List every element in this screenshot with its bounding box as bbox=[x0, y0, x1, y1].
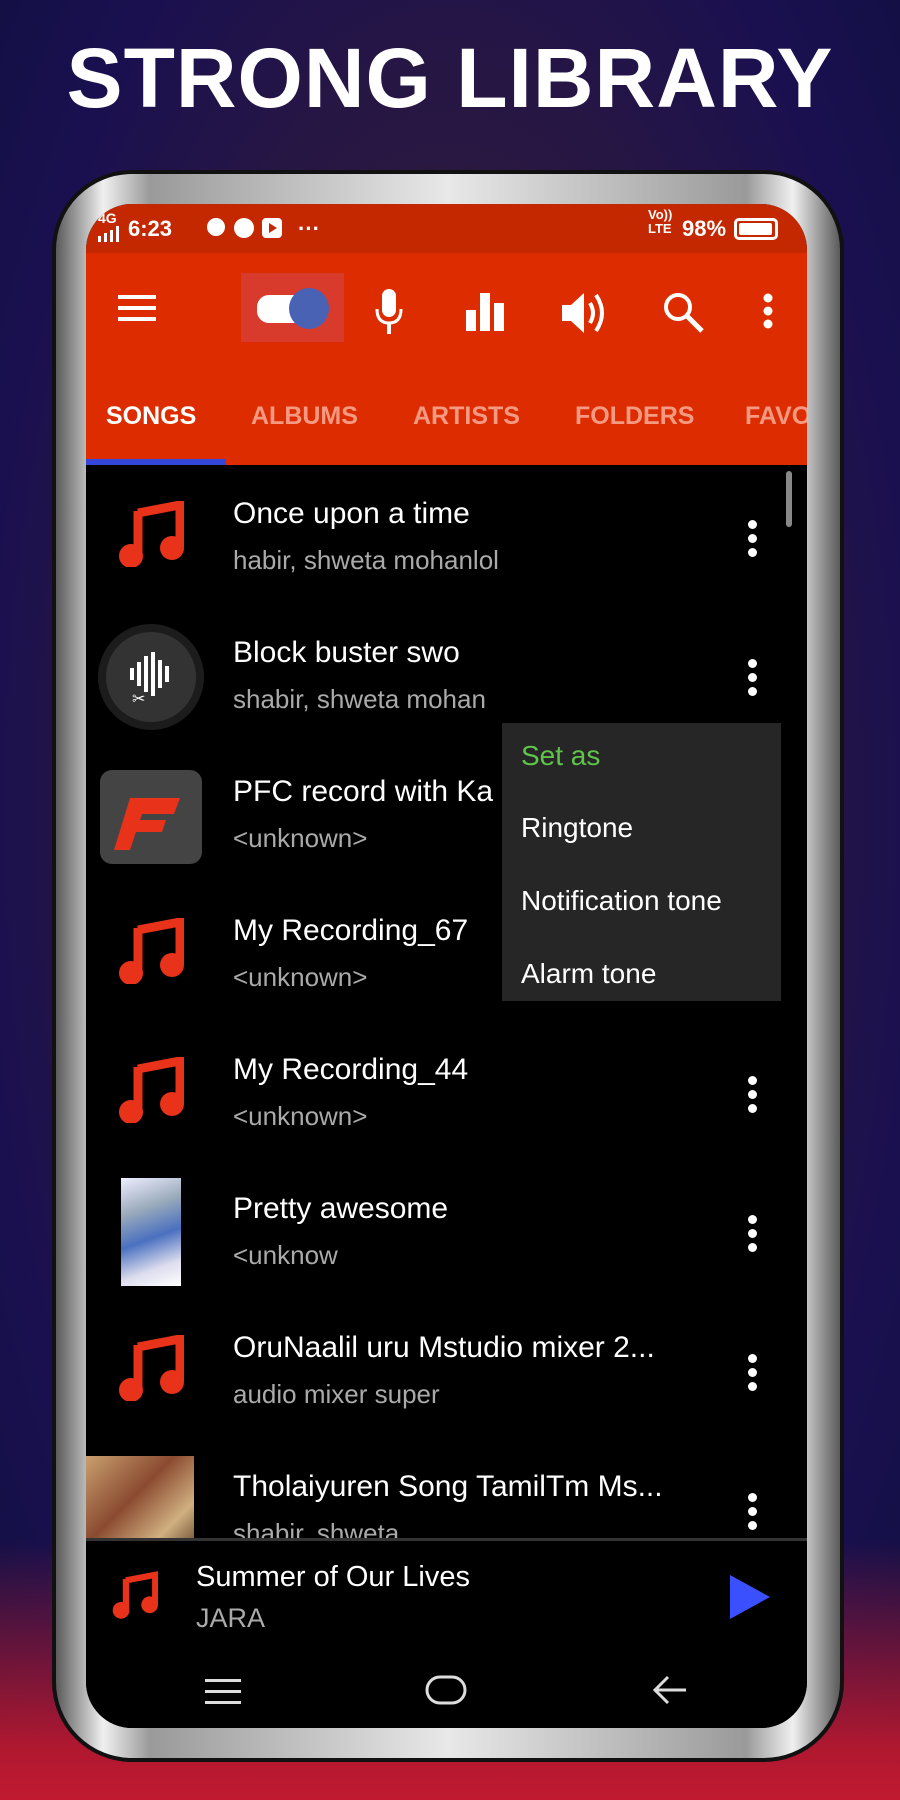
more-vert-icon[interactable] bbox=[748, 659, 758, 701]
mic-icon[interactable] bbox=[374, 289, 404, 335]
album-art bbox=[86, 1456, 194, 1538]
album-art bbox=[121, 1178, 181, 1286]
menu-icon[interactable] bbox=[118, 295, 156, 321]
headline: STRONG LIBRARY bbox=[66, 31, 834, 125]
song-title: Tholaiyuren Song TamilTm Ms... bbox=[233, 1470, 663, 1503]
status-bar: 4G 6:23 ··· Vo)) LTE 98% bbox=[86, 204, 807, 253]
tab-artists[interactable]: ARTISTS bbox=[413, 402, 520, 431]
menu-item-ringtone[interactable]: Ringtone bbox=[521, 812, 633, 844]
menu-item-notification-tone[interactable]: Notification tone bbox=[521, 885, 722, 917]
volte-label: Vo)) LTE bbox=[648, 207, 673, 236]
now-playing-artist: JARA bbox=[196, 1603, 266, 1633]
music-note-icon bbox=[112, 1571, 158, 1619]
clock: 6:23 bbox=[128, 216, 173, 241]
search-icon[interactable] bbox=[662, 291, 706, 335]
more-vert-icon[interactable] bbox=[763, 293, 773, 329]
more-notifications: ··· bbox=[298, 216, 320, 241]
music-note-icon bbox=[118, 499, 185, 572]
tab-folders[interactable]: FOLDERS bbox=[575, 402, 694, 431]
song-title: OruNaalil uru Mstudio mixer 2... bbox=[233, 1331, 655, 1364]
toggle-button[interactable] bbox=[241, 273, 344, 342]
signal-icon bbox=[98, 226, 119, 242]
recent-apps-icon[interactable] bbox=[205, 1679, 241, 1705]
song-title: Block buster swo bbox=[233, 636, 460, 669]
song-row[interactable]: Tholaiyuren Song TamilTm Ms... shabir, sh… bbox=[86, 1438, 807, 1538]
song-artist: audio mixer super bbox=[233, 1379, 440, 1409]
song-title: Pretty awesome bbox=[233, 1192, 449, 1225]
network-label: 4G bbox=[98, 210, 117, 226]
more-vert-icon[interactable] bbox=[748, 520, 758, 562]
phone-screen: 4G 6:23 ··· Vo)) LTE 98% SONGS ALBUMS AR… bbox=[86, 204, 807, 1728]
equalizer-icon[interactable] bbox=[466, 293, 506, 331]
song-artist: shabir, shweta mohan bbox=[233, 684, 486, 714]
tab-albums[interactable]: ALBUMS bbox=[251, 402, 358, 431]
more-vert-icon[interactable] bbox=[748, 1493, 758, 1535]
more-vert-icon[interactable] bbox=[748, 1215, 758, 1257]
song-row[interactable]: OruNaalil uru Mstudio mixer 2... audio mi… bbox=[86, 1299, 807, 1438]
battery-icon bbox=[734, 218, 778, 240]
menu-item-alarm-tone[interactable]: Alarm tone bbox=[521, 958, 656, 990]
back-icon[interactable] bbox=[652, 1675, 688, 1705]
toggle-knob bbox=[289, 288, 329, 329]
song-list: Once upon a time habir, shweta mohanlol ✂ B… bbox=[86, 465, 807, 1538]
system-nav-bar bbox=[86, 1653, 807, 1728]
notification-icons bbox=[207, 218, 282, 238]
menu-header: Set as bbox=[521, 740, 601, 771]
battery-percent: 98% bbox=[682, 216, 727, 241]
song-row[interactable]: Pretty awesome <unknow bbox=[86, 1160, 807, 1299]
song-artist: <unknown> bbox=[233, 962, 368, 992]
music-note-icon bbox=[118, 916, 185, 989]
volume-icon[interactable] bbox=[562, 291, 608, 335]
song-title: Once upon a time bbox=[233, 497, 470, 530]
ringtone-cutter-icon: ✂ bbox=[98, 624, 204, 730]
music-note-icon bbox=[118, 1055, 185, 1128]
toolbar bbox=[86, 253, 807, 362]
song-artist: shabir, shweta bbox=[233, 1518, 400, 1538]
song-artist: <unknown> bbox=[233, 823, 368, 853]
scrollbar[interactable] bbox=[786, 471, 792, 527]
song-title: PFC record with Ka bbox=[233, 775, 494, 808]
song-title: My Recording_67 bbox=[233, 914, 469, 947]
song-row[interactable]: Once upon a time habir, shweta mohanlol bbox=[86, 465, 807, 604]
song-artist: <unknow bbox=[233, 1240, 338, 1270]
song-artist: <unknown> bbox=[233, 1101, 368, 1131]
home-icon[interactable] bbox=[425, 1675, 467, 1705]
more-vert-icon[interactable] bbox=[748, 1076, 758, 1118]
song-row[interactable]: My Recording_44 <unknown> bbox=[86, 1021, 807, 1160]
set-as-menu: Set as Ringtone Notification tone Alarm … bbox=[502, 723, 781, 1001]
svg-text:✂: ✂ bbox=[132, 691, 145, 708]
tab-songs[interactable]: SONGS bbox=[106, 402, 196, 431]
tab-favorites[interactable]: FAVO bbox=[745, 402, 807, 431]
now-playing-title: Summer of Our Lives bbox=[196, 1561, 470, 1593]
music-note-icon bbox=[118, 1333, 185, 1406]
song-artist: habir, shweta mohanlol bbox=[233, 545, 499, 575]
pfc-logo bbox=[100, 770, 202, 864]
more-vert-icon[interactable] bbox=[748, 1354, 758, 1396]
song-title: My Recording_44 bbox=[233, 1053, 469, 1086]
now-playing-bar[interactable]: Summer of Our Lives JARA bbox=[86, 1538, 807, 1653]
play-button[interactable] bbox=[730, 1575, 770, 1619]
tab-bar: SONGS ALBUMS ARTISTS FOLDERS FAVO bbox=[86, 362, 807, 465]
